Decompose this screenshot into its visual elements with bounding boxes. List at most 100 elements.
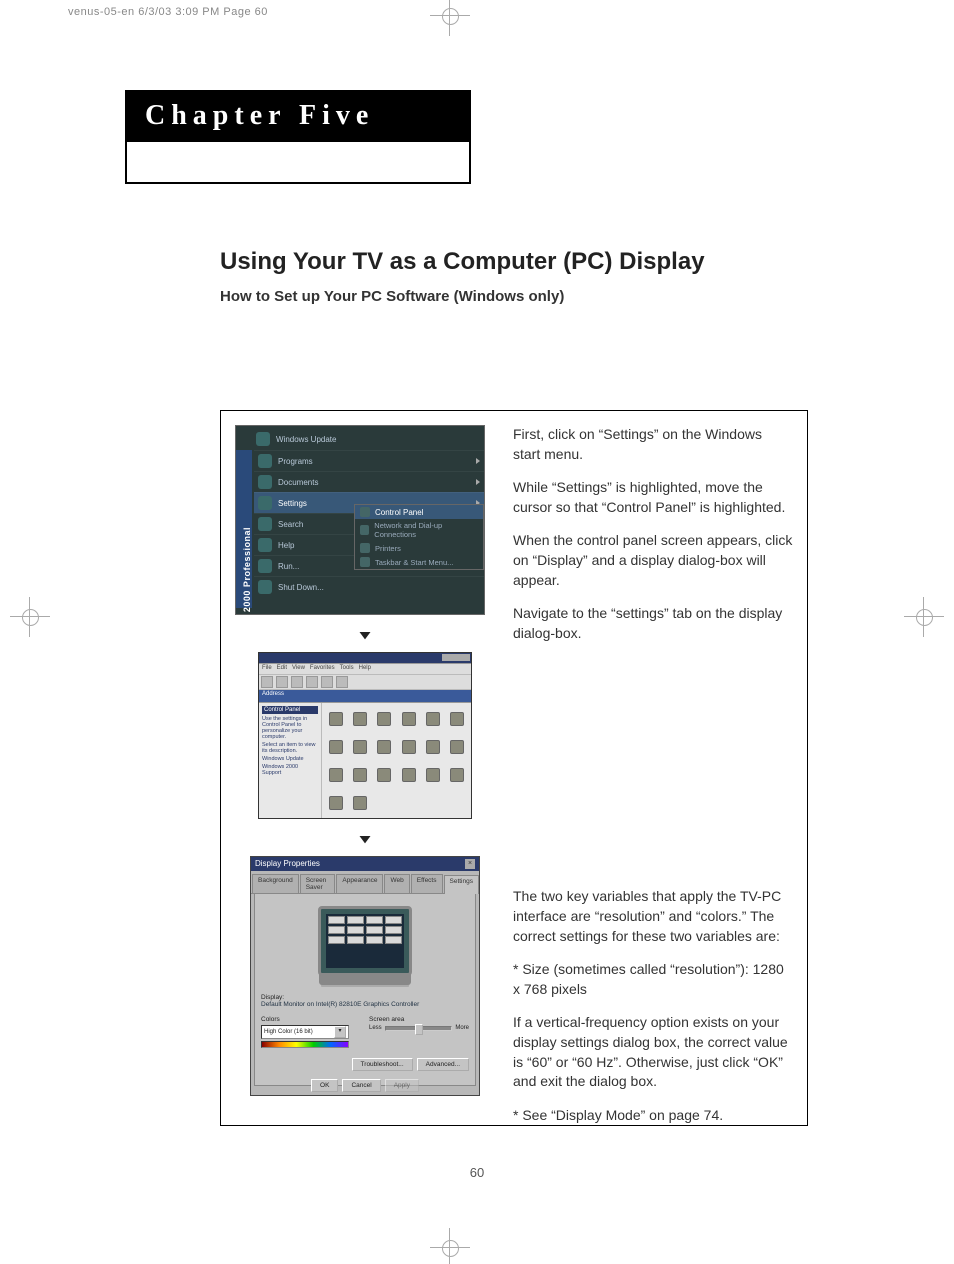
- monitor-name: Default Monitor on Intel(R) 82810E Graph…: [261, 1001, 469, 1008]
- programs-icon: [258, 454, 272, 468]
- cp-icon: [373, 734, 395, 760]
- cp-menubar: File Edit View Favorites Tools Help: [259, 664, 471, 675]
- chevron-right-icon: [476, 458, 480, 464]
- arrow-down-icon: [235, 819, 495, 856]
- cp-status-bar: [259, 818, 471, 819]
- color-gradient-icon: [261, 1041, 349, 1048]
- step-text: When the control panel screen appears, c…: [513, 531, 793, 590]
- submenu-control-panel: Control Panel: [355, 505, 483, 519]
- cp-icon: [349, 790, 371, 816]
- chevron-right-icon: [476, 479, 480, 485]
- up-icon: [291, 676, 303, 688]
- tab-screensaver: Screen Saver: [300, 874, 336, 893]
- registration-mark-bottom-icon: [430, 1228, 470, 1264]
- search-tool-icon: [306, 676, 318, 688]
- advanced-button: Advanced...: [417, 1058, 469, 1071]
- detail-text: * See “Display Mode” on page 74.: [513, 1106, 793, 1126]
- start-shutdown: Shut Down...: [254, 576, 484, 597]
- shutdown-icon: [258, 580, 272, 594]
- printer-icon: [360, 543, 370, 553]
- settings-submenu: Control Panel Network and Dial-up Connec…: [354, 504, 484, 570]
- print-job-header: venus-05-en 6/3/03 3:09 PM Page 60: [68, 6, 268, 18]
- help-icon: [258, 538, 272, 552]
- start-windows-update: Windows Update: [276, 435, 336, 444]
- back-icon: [261, 676, 273, 688]
- detail-text: If a vertical-frequency option exists on…: [513, 1013, 793, 1091]
- display-label: Display:: [261, 994, 469, 1001]
- step-text: While “Settings” is highlighted, move th…: [513, 478, 793, 517]
- control-panel-icon: [360, 507, 370, 517]
- cp-icon: [446, 762, 468, 788]
- history-icon: [336, 676, 348, 688]
- cp-icon: [422, 762, 444, 788]
- cp-icon: [349, 734, 371, 760]
- tab-effects: Effects: [411, 874, 443, 893]
- start-programs: Programs: [254, 450, 484, 471]
- step-text: First, click on “Settings” on the Window…: [513, 425, 793, 464]
- cancel-button: Cancel: [342, 1079, 380, 1092]
- submenu-printers: Printers: [355, 541, 483, 555]
- tab-appearance: Appearance: [336, 874, 383, 893]
- cp-icon: [422, 734, 444, 760]
- manual-page: venus-05-en 6/3/03 3:09 PM Page 60 Chapt…: [0, 0, 954, 1264]
- taskbar-icon: [360, 557, 370, 567]
- section-subtitle: How to Set up Your PC Software (Windows …: [220, 288, 564, 305]
- troubleshoot-button: Troubleshoot...: [352, 1058, 413, 1071]
- page-number: 60: [0, 1165, 954, 1180]
- search-icon: [258, 517, 272, 531]
- screen-area-group: Screen area Less More: [369, 1016, 469, 1048]
- cp-icon: [373, 706, 395, 732]
- detail-text: The two key variables that apply the TV-…: [513, 887, 793, 946]
- submenu-network: Network and Dial-up Connections: [355, 519, 483, 541]
- chevron-down-icon: ▾: [334, 1026, 346, 1038]
- step-text: Navigate to the “settings” tab on the di…: [513, 604, 793, 643]
- chapter-heading-block: Chapter Five: [125, 90, 471, 184]
- cp-icon: [349, 706, 371, 732]
- forward-icon: [276, 676, 288, 688]
- cp-icon: [325, 790, 347, 816]
- figure-start-menu: Windows Update Windows 2000 Professional…: [235, 425, 485, 615]
- cp-icon: [349, 762, 371, 788]
- instruction-text-column: First, click on “Settings” on the Window…: [513, 425, 793, 1139]
- run-icon: [258, 559, 272, 573]
- figure-control-panel: File Edit View Favorites Tools Help: [258, 652, 472, 819]
- cp-icon: [325, 762, 347, 788]
- network-icon: [360, 525, 369, 535]
- os-band-label: Windows 2000 Professional: [242, 508, 252, 615]
- registration-mark-right-icon: [904, 597, 944, 637]
- apply-button: Apply: [385, 1079, 419, 1092]
- submenu-taskbar: Taskbar & Start Menu...: [355, 555, 483, 569]
- dp-titlebar: Display Properties ×: [251, 857, 479, 871]
- cp-titlebar: [259, 653, 471, 664]
- cp-icon: [325, 706, 347, 732]
- cp-icon: [397, 706, 419, 732]
- resolution-slider: Less More: [369, 1025, 469, 1031]
- ok-button: OK: [311, 1079, 338, 1092]
- documents-icon: [258, 475, 272, 489]
- cp-icon: [325, 734, 347, 760]
- cp-icon: [422, 706, 444, 732]
- chapter-label: Chapter Five: [127, 92, 469, 142]
- monitor-preview-icon: [318, 906, 412, 976]
- cp-side-panel: Control Panel Use the settings in Contro…: [259, 703, 322, 818]
- figure-display-properties: Display Properties × Background Screen S…: [250, 856, 480, 1096]
- colors-group: Colors High Color (16 bit) ▾: [261, 1016, 349, 1048]
- close-icon: ×: [465, 859, 475, 869]
- folders-icon: [321, 676, 333, 688]
- cp-address-bar: Address: [259, 690, 471, 703]
- registration-mark-left-icon: [10, 597, 50, 637]
- dp-tabs: Background Screen Saver Appearance Web E…: [251, 871, 479, 894]
- cp-icon: [397, 734, 419, 760]
- cp-icon-grid: [322, 703, 471, 818]
- dp-settings-panel: Display: Default Monitor on Intel(R) 828…: [254, 894, 476, 1086]
- settings-icon: [258, 496, 272, 510]
- start-menu-os-band: Windows 2000 Professional: [236, 450, 252, 608]
- cp-icon: [446, 734, 468, 760]
- cp-icon: [373, 762, 395, 788]
- content-frame: Windows Update Windows 2000 Professional…: [220, 410, 808, 1126]
- colors-select: High Color (16 bit) ▾: [261, 1025, 349, 1039]
- tab-web: Web: [384, 874, 409, 893]
- tab-settings: Settings: [444, 875, 480, 894]
- section-title: Using Your TV as a Computer (PC) Display: [220, 248, 705, 276]
- cp-icon: [446, 706, 468, 732]
